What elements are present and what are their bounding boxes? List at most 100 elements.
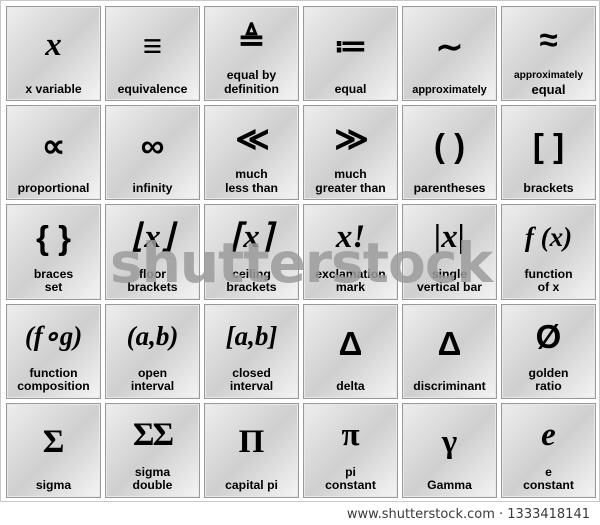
- symbol-cell: Πcapital pi: [204, 402, 299, 498]
- symbol-cell: f (x) function of x: [501, 204, 596, 300]
- symbol-glyph-text: (f∘g): [24, 321, 83, 352]
- symbol-glyph-text: |x|: [433, 218, 466, 255]
- symbol-cell: ( ) parentheses: [402, 105, 497, 201]
- symbol-label: closed interval: [229, 365, 274, 394]
- symbol-glyph-text: γ: [441, 424, 458, 461]
- symbol-label: e constant: [523, 464, 574, 493]
- symbol-cell: ≔ equal: [303, 6, 398, 102]
- symbol-label: floor brackets: [127, 266, 178, 295]
- symbol-glyph-text: ( ): [433, 126, 466, 164]
- symbol-glyph: ≈: [502, 7, 595, 69]
- symbol-cell: γ Gamma: [402, 402, 497, 498]
- symbol-cell: Δdelta: [303, 303, 398, 399]
- symbol-cell: ∝ proportional: [6, 105, 101, 201]
- footer-credit: www.shutterstock.com · 1333418141: [0, 503, 600, 525]
- symbol-glyph-text: { }: [36, 218, 71, 256]
- symbol-cell: ⌊x⌋ floor brackets: [105, 204, 200, 300]
- symbol-label: delta: [336, 379, 365, 394]
- symbol-label: function composition: [17, 365, 90, 394]
- symbol-cell: ≡ equivalence: [105, 6, 200, 102]
- symbol-cell: ≈ approximately equal: [501, 6, 596, 102]
- symbol-glyph-text: ≫: [334, 119, 369, 157]
- symbol-glyph: (a,b): [106, 305, 199, 367]
- symbol-label: parentheses: [413, 180, 486, 195]
- symbol-glyph: e: [502, 404, 595, 466]
- symbol-label: discriminant: [413, 379, 486, 394]
- symbol-glyph-text: ∝: [41, 126, 66, 164]
- symbol-glyph-text: ≔: [334, 27, 367, 65]
- symbol-label: braces set: [33, 266, 74, 295]
- symbol-glyph-text: ΣΣ: [132, 417, 174, 454]
- symbol-label: ceiling brackets: [226, 266, 277, 295]
- symbol-glyph: (f∘g): [7, 305, 100, 367]
- symbol-cell: ∞ infinity: [105, 105, 200, 201]
- symbol-glyph-text: ≜: [237, 20, 266, 58]
- symbol-label: sigma: [35, 478, 72, 493]
- symbol-label: approximately equal: [502, 69, 595, 100]
- symbol-glyph-text: f (x): [524, 221, 573, 252]
- symbol-cell: Øgolden ratio: [501, 303, 596, 399]
- symbol-glyph: [ ]: [502, 106, 595, 182]
- symbol-glyph: Ø: [502, 305, 595, 367]
- symbol-label: much less than: [225, 167, 278, 195]
- symbol-label: equivalence: [117, 81, 188, 96]
- symbol-cell: Δdiscriminant: [402, 303, 497, 399]
- footer-text: www.shutterstock.com · 1333418141: [346, 506, 590, 522]
- symbol-cell: ∼ approximately: [402, 6, 497, 102]
- symbol-glyph: ⌈x⌉: [205, 205, 298, 267]
- symbol-label: equal: [334, 81, 367, 96]
- symbol-glyph: ∝: [7, 106, 100, 182]
- symbol-glyph: ≔: [304, 7, 397, 83]
- symbol-label: single vertical bar: [416, 266, 483, 295]
- symbol-glyph-text: Π: [238, 424, 265, 461]
- symbol-cell: ≫ much greater than: [303, 105, 398, 201]
- symbol-glyph-text: Δ: [338, 324, 363, 362]
- symbol-glyph: Δ: [304, 305, 397, 381]
- symbol-label: brackets: [523, 180, 574, 195]
- symbol-cell: ≜ equal by definition: [204, 6, 299, 102]
- symbol-cell: (f∘g) function composition: [6, 303, 101, 399]
- symbol-label-line-2: equal: [531, 81, 566, 97]
- symbol-glyph: π: [304, 404, 397, 466]
- symbol-glyph: ⌊x⌋: [106, 205, 199, 267]
- symbol-glyph-text: Δ: [437, 324, 462, 362]
- symbol-glyph-text: Σ: [42, 424, 65, 461]
- symbol-glyph: { }: [7, 205, 100, 267]
- symbol-cell: (a,b) open interval: [105, 303, 200, 399]
- symbol-cell: π pi constant: [303, 402, 398, 498]
- symbol-label: Gamma: [427, 478, 472, 493]
- symbol-glyph-text: ≪: [235, 119, 270, 157]
- symbol-cell: e e constant: [501, 402, 596, 498]
- symbol-glyph-text: ∞: [140, 126, 165, 164]
- symbol-label: sigma double: [132, 464, 173, 493]
- symbol-glyph: x: [7, 7, 100, 83]
- symbol-glyph: ≜: [205, 7, 298, 69]
- symbol-glyph: ∼: [403, 7, 496, 84]
- symbol-label: infinity: [132, 180, 173, 195]
- symbol-glyph: ≡: [106, 7, 199, 83]
- symbol-cell: x! exclamation mark: [303, 204, 398, 300]
- symbol-label: x variable: [25, 81, 82, 96]
- symbol-glyph-text: ≈: [539, 20, 558, 58]
- symbol-label: pi constant: [325, 464, 376, 493]
- symbol-cell: { } braces set: [6, 204, 101, 300]
- symbol-glyph: Π: [205, 404, 298, 480]
- symbol-label: golden ratio: [528, 365, 569, 394]
- symbol-glyph: ( ): [403, 106, 496, 182]
- symbol-glyph-text: ∼: [435, 27, 464, 65]
- symbol-cell: Σsigma: [6, 402, 101, 498]
- symbol-label-line-1: approximately: [513, 70, 584, 82]
- symbol-glyph: ≪: [205, 106, 298, 168]
- symbol-glyph: ≫: [304, 106, 397, 168]
- symbol-glyph-text: x: [45, 27, 62, 64]
- symbol-glyph: [a,b]: [205, 305, 298, 367]
- symbol-cell: [a,b] closed interval: [204, 303, 299, 399]
- symbol-glyph-text: π: [341, 417, 360, 454]
- symbol-label: equal by definition: [224, 68, 279, 96]
- symbol-cell: x x variable: [6, 6, 101, 102]
- symbol-cell: ΣΣ sigma double: [105, 402, 200, 498]
- symbol-glyph-text: (a,b): [126, 321, 179, 352]
- symbol-cell: [ ] brackets: [501, 105, 596, 201]
- symbol-glyph-text: x!: [335, 218, 366, 255]
- symbol-label: function of x: [524, 266, 573, 295]
